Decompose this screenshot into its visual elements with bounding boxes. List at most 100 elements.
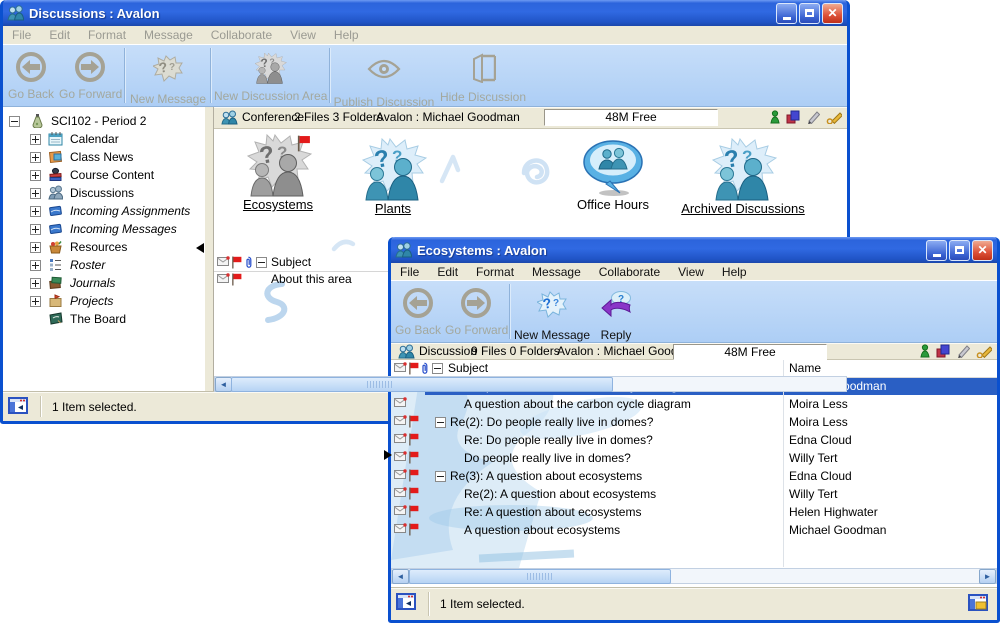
expand-box[interactable] [30, 296, 41, 307]
shortcut-label[interactable]: Office Hours [577, 197, 649, 212]
menu-help[interactable]: Help [325, 28, 368, 42]
table-row[interactable]: A question about the carbon cycle diagra… [391, 395, 997, 413]
expand-box[interactable] [30, 242, 41, 253]
tree-item-discussions[interactable]: Discussions [3, 184, 205, 202]
table-row[interactable]: Re(2): Do people really live in domes? M… [391, 413, 997, 431]
new-message-button[interactable]: ?? New Message [513, 286, 591, 340]
tree-item-the-board[interactable]: The Board [3, 310, 205, 328]
permission-icons [770, 110, 842, 124]
menu-file[interactable]: File [391, 265, 428, 279]
table-row[interactable]: A question about ecosystems Michael Good… [391, 521, 997, 539]
menu-help[interactable]: Help [713, 265, 756, 279]
publish-discussion-button[interactable]: Publish Discussion [333, 50, 435, 104]
pane-toggle-icon[interactable] [8, 397, 28, 414]
menu-edit[interactable]: Edit [428, 265, 467, 279]
minimize-button[interactable] [776, 3, 797, 24]
tree-item-incoming-messages[interactable]: Incoming Messages [3, 220, 205, 238]
go-forward-button[interactable]: Go Forward [59, 50, 121, 104]
tree-item-class-news[interactable]: Class News [3, 148, 205, 166]
hide-discussion-button[interactable]: Hide Discussion [437, 50, 529, 104]
menu-format[interactable]: Format [79, 28, 135, 42]
new-discussion-area-button[interactable]: ?? New Discussion Area [214, 50, 326, 104]
expand-box[interactable] [30, 224, 41, 235]
shortcut-label[interactable]: Plants [375, 201, 411, 216]
expand-box[interactable] [30, 188, 41, 199]
pane-toggle-icon[interactable] [396, 593, 416, 610]
shortcut-archived-discussions[interactable]: ?? Archived Discussions [668, 137, 818, 216]
list-item-subject[interactable]: About this area [271, 271, 352, 288]
name-column-header[interactable]: Name [789, 360, 821, 377]
scroll-right-arrow[interactable]: ► [979, 569, 996, 584]
table-row[interactable]: Re(3): A question about ecosystems Edna … [391, 467, 997, 485]
ecosystems-toolbar: Go Back Go Forward ?? New Message ? Repl… [391, 281, 997, 343]
menu-view[interactable]: View [669, 265, 713, 279]
collapse-all-box[interactable] [432, 363, 443, 374]
thread-collapse-box[interactable] [435, 417, 446, 428]
scroll-thumb[interactable] [409, 569, 671, 584]
maximize-button[interactable] [949, 240, 970, 261]
new-message-button[interactable]: ?? New Message [129, 50, 207, 104]
horizontal-scrollbar[interactable]: ◄ [214, 376, 847, 392]
expand-box[interactable] [30, 152, 41, 163]
go-forward-button[interactable]: Go Forward [445, 286, 507, 340]
ecosystems-titlebar[interactable]: Ecosystems : Avalon [391, 237, 997, 263]
go-back-button[interactable]: Go Back [5, 50, 57, 104]
subject-column-header[interactable]: Subject [271, 254, 311, 271]
expand-box[interactable] [30, 260, 41, 271]
tree-item-sci102[interactable]: SCI102 - Period 2 [3, 112, 205, 130]
discussions-titlebar[interactable]: Discussions : Avalon [3, 0, 847, 26]
tree-item-incoming-assignments[interactable]: Incoming Assignments [3, 202, 205, 220]
minimize-button[interactable] [926, 240, 947, 261]
envelope-icon [394, 523, 407, 541]
expand-box[interactable] [30, 278, 41, 289]
subject-column-header[interactable]: Subject [448, 360, 488, 377]
menu-collaborate[interactable]: Collaborate [202, 28, 281, 42]
menu-view[interactable]: View [281, 28, 325, 42]
tree-item-calendar[interactable]: Calendar [3, 130, 205, 148]
window-title: Discussions : Avalon [29, 6, 776, 21]
expand-box[interactable] [30, 170, 41, 181]
table-row[interactable]: Re: Do people really live in domes? Edna… [391, 431, 997, 449]
collapse-box[interactable] [9, 116, 20, 127]
pane-splitter[interactable] [205, 107, 213, 392]
tree-item-projects[interactable]: Projects [3, 292, 205, 310]
tree-item-roster[interactable]: Roster [3, 256, 205, 274]
table-row[interactable]: Do people really live in domes? Willy Te… [391, 449, 997, 467]
tree-item-journals[interactable]: Journals [3, 274, 205, 292]
shortcut-label[interactable]: Archived Discussions [681, 201, 805, 216]
discussions-icon [48, 185, 63, 200]
ecosystems-statusbar: 1 Item selected. [391, 587, 997, 620]
horizontal-scrollbar[interactable]: ◄ ► [391, 568, 997, 584]
shortcut-plants[interactable]: ?? Plants [318, 137, 468, 216]
tree-item-resources[interactable]: Resources [3, 238, 205, 256]
books-icon [48, 167, 63, 182]
shortcut-office-hours[interactable]: Office Hours [538, 139, 688, 212]
scroll-thumb[interactable] [231, 377, 613, 392]
menu-file[interactable]: File [3, 28, 40, 42]
menu-format[interactable]: Format [467, 265, 523, 279]
menu-edit[interactable]: Edit [40, 28, 79, 42]
collapse-all-box[interactable] [256, 257, 267, 268]
menu-collaborate[interactable]: Collaborate [590, 265, 669, 279]
menu-message[interactable]: Message [135, 28, 202, 42]
table-row[interactable]: Re(2): A question about ecosystems Willy… [391, 485, 997, 503]
go-back-button[interactable]: Go Back [393, 286, 443, 340]
ecosystems-window[interactable]: Ecosystems : Avalon File Edit Format Mes… [388, 237, 1000, 623]
close-button[interactable] [822, 3, 843, 24]
table-row[interactable]: Re: A question about ecosystems Helen Hi… [391, 503, 997, 521]
view-toggle-icon[interactable] [968, 594, 988, 611]
go-forward-icon [445, 286, 507, 322]
shortcut-label[interactable]: Ecosystems [243, 197, 313, 212]
scroll-left-arrow[interactable]: ◄ [392, 569, 409, 584]
expand-box[interactable] [30, 134, 41, 145]
close-button[interactable] [972, 240, 993, 261]
reply-button[interactable]: ? Reply [593, 286, 639, 340]
conference-icon [220, 110, 238, 125]
thread-collapse-box[interactable] [435, 471, 446, 482]
splitter-collapse-arrow[interactable] [196, 243, 204, 253]
scroll-left-arrow[interactable]: ◄ [215, 377, 232, 392]
expand-box[interactable] [30, 206, 41, 217]
tree-item-course-content[interactable]: Course Content [3, 166, 205, 184]
menu-message[interactable]: Message [523, 265, 590, 279]
maximize-button[interactable] [799, 3, 820, 24]
